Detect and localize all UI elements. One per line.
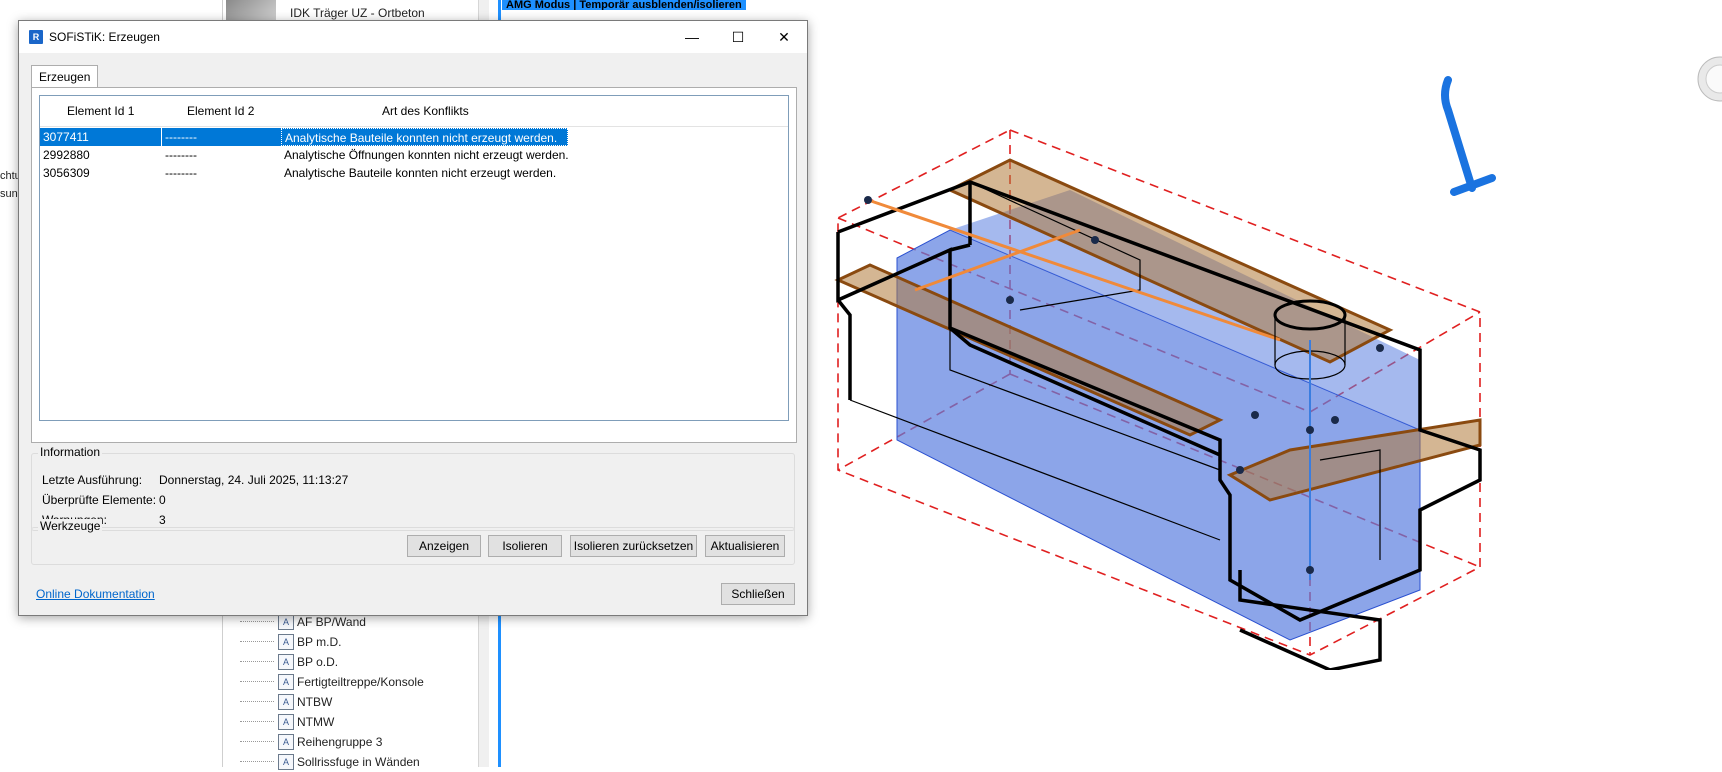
family-icon: A bbox=[278, 674, 294, 690]
tree-item[interactable]: A BP o.D. bbox=[240, 652, 480, 672]
dialog-title: SOFiSTiK: Erzeugen bbox=[49, 30, 160, 44]
cell-conflict: Analytische Bauteile konnten nicht erzeu… bbox=[284, 166, 557, 180]
online-documentation-link[interactable]: Online Dokumentation bbox=[36, 587, 155, 601]
pen-annotation bbox=[1441, 76, 1496, 196]
information-group: Information Letzte Ausführung: Donnersta… bbox=[31, 445, 795, 531]
information-label: Information bbox=[38, 445, 103, 459]
tree-item[interactable]: A Sollrissfuge in Wänden bbox=[240, 752, 480, 772]
tree-item-label: NTBW bbox=[297, 695, 333, 709]
column-element-id-1[interactable]: Element Id 1 bbox=[67, 96, 134, 126]
cell-id2: -------- bbox=[165, 166, 197, 180]
checked-elements-label: Überprüfte Elemente: bbox=[42, 493, 157, 507]
tree-item[interactable]: A Fertigteiltreppe/Konsole bbox=[240, 672, 480, 692]
tree-item-label: BP m.D. bbox=[297, 635, 342, 649]
cell-id1: 3056309 bbox=[43, 166, 90, 180]
reset-isolate-button[interactable]: Isolieren zurücksetzen bbox=[570, 535, 697, 557]
tools-label: Werkzeuge bbox=[38, 519, 103, 533]
cell-conflict: Analytische Bauteile konnten nicht erzeu… bbox=[281, 128, 568, 146]
browser-thumbnail bbox=[226, 0, 276, 22]
app-icon: R bbox=[29, 30, 43, 44]
tree-item-label: Fertigteiltreppe/Konsole bbox=[297, 675, 424, 689]
column-element-id-2[interactable]: Element Id 2 bbox=[187, 96, 254, 126]
conflict-list[interactable]: Element Id 1 Element Id 2 Art des Konfli… bbox=[39, 95, 789, 421]
last-run-label: Letzte Ausführung: bbox=[42, 473, 143, 487]
tab-strip: Erzeugen bbox=[31, 65, 99, 88]
tree-item-label: Reihengruppe 3 bbox=[297, 735, 383, 749]
table-row[interactable]: 2992880 -------- Analytische Öffnungen k… bbox=[40, 146, 788, 164]
maximize-icon[interactable]: ☐ bbox=[715, 21, 761, 53]
family-icon: A bbox=[278, 754, 294, 770]
table-row[interactable]: 3056309 -------- Analytische Bauteile ko… bbox=[40, 164, 788, 182]
sofistik-dialog: R SOFiSTiK: Erzeugen — ☐ ✕ Erzeugen Elem… bbox=[18, 20, 808, 616]
list-header: Element Id 1 Element Id 2 Art des Konfli… bbox=[40, 96, 788, 127]
family-icon: A bbox=[278, 614, 294, 630]
cell-id2: -------- bbox=[165, 148, 197, 162]
tab-panel: Element Id 1 Element Id 2 Art des Konfli… bbox=[31, 87, 797, 443]
minimize-icon[interactable]: — bbox=[669, 21, 715, 53]
close-icon[interactable]: ✕ bbox=[761, 21, 807, 53]
family-icon: A bbox=[278, 654, 294, 670]
refresh-button[interactable]: Aktualisieren bbox=[705, 535, 785, 557]
tab-erzeugen[interactable]: Erzeugen bbox=[31, 65, 99, 88]
dialog-titlebar[interactable]: R SOFiSTiK: Erzeugen — ☐ ✕ bbox=[19, 21, 807, 53]
3d-model-view[interactable] bbox=[820, 100, 1500, 670]
cell-conflict: Analytische Öffnungen konnten nicht erze… bbox=[284, 148, 569, 162]
tree-item[interactable]: A NTMW bbox=[240, 712, 480, 732]
view-mode-banner: AMG Modus | Temporär ausblenden/isoliere… bbox=[502, 0, 746, 10]
family-icon: A bbox=[278, 714, 294, 730]
tree-item[interactable]: A NTBW bbox=[240, 692, 480, 712]
family-icon: A bbox=[278, 734, 294, 750]
family-icon: A bbox=[278, 634, 294, 650]
isolate-button[interactable]: Isolieren bbox=[488, 535, 562, 557]
list-rows: 3077411 -------- Analytische Bauteile ko… bbox=[40, 128, 788, 182]
tree-item-label: NTMW bbox=[297, 715, 335, 729]
family-icon: A bbox=[278, 694, 294, 710]
viewcube-icon[interactable] bbox=[1690, 44, 1722, 114]
browser-item-top[interactable]: IDK Träger UZ - Ortbeton bbox=[290, 6, 425, 20]
window-controls: — ☐ ✕ bbox=[669, 21, 807, 53]
close-button[interactable]: Schließen bbox=[721, 583, 795, 605]
tree-item[interactable]: A Reihengruppe 3 bbox=[240, 732, 480, 752]
cell-id2: -------- bbox=[162, 128, 281, 146]
table-row[interactable]: 3077411 -------- Analytische Bauteile ko… bbox=[40, 128, 788, 146]
tree-item-label: AF BP/Wand bbox=[297, 615, 366, 629]
last-run-value: Donnerstag, 24. Juli 2025, 11:13:27 bbox=[159, 473, 349, 487]
checked-elements-value: 0 bbox=[159, 493, 166, 507]
cell-id1: 2992880 bbox=[43, 148, 90, 162]
tree-item-label: BP o.D. bbox=[297, 655, 339, 669]
show-button[interactable]: Anzeigen bbox=[407, 535, 481, 557]
tree-item[interactable]: A BP m.D. bbox=[240, 632, 480, 652]
browser-tree: A AF BP/Wand A BP m.D. A BP o.D. A Fertigtei… bbox=[240, 612, 480, 772]
cell-id1: 3077411 bbox=[40, 128, 161, 146]
column-conflict-type[interactable]: Art des Konflikts bbox=[382, 96, 469, 126]
